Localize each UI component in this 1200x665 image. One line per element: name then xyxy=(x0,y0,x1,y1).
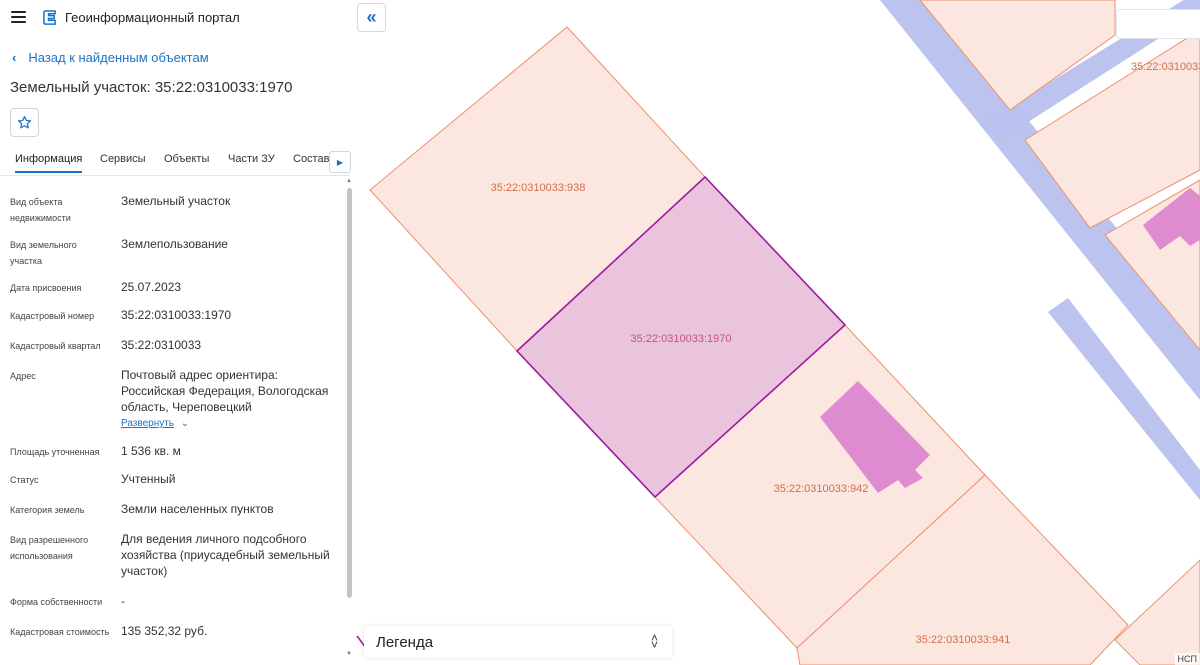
app-header: Геоинформационный портал xyxy=(0,0,356,34)
sidebar-panel: Геоинформационный портал ‹ Назад к найде… xyxy=(0,0,356,665)
tab-composition[interactable]: Состав xyxy=(293,153,329,165)
chevron-left-icon: ‹ xyxy=(12,50,17,65)
prop-value-address: Почтовый адрес ориентира: Российская Фед… xyxy=(121,368,329,414)
tab-info[interactable]: Информация xyxy=(15,153,83,173)
prop-label: Кадастровая стоимость xyxy=(10,627,110,637)
info-tabs: Информация Сервисы Объекты Части ЗУ Сост… xyxy=(0,148,350,176)
prop-label: Вид объекта недвижимости xyxy=(10,197,71,223)
prop-label: Вид разрешенного использования xyxy=(10,535,89,561)
expand-label: Развернуть xyxy=(121,418,175,429)
star-icon xyxy=(17,115,32,129)
map-search-box[interactable] xyxy=(1116,9,1200,39)
expand-address-link[interactable]: Развернуть ⌄ xyxy=(121,418,189,429)
tab-parts[interactable]: Части ЗУ xyxy=(228,153,275,165)
prop-value: Учтенный xyxy=(121,472,176,486)
chevron-down-icon: ⌄ xyxy=(180,418,190,429)
parcel-label-100: 35:22:0310033:100 xyxy=(1131,61,1200,73)
favorite-button[interactable] xyxy=(10,108,39,137)
prop-value: 1 536 кв. м xyxy=(121,444,181,458)
parcel-label-1970: 35:22:0310033:1970 xyxy=(631,333,732,345)
prop-value: 25.07.2023 xyxy=(121,280,182,294)
parcel-right-bottom xyxy=(1114,559,1200,665)
portal-logo-icon xyxy=(43,9,56,25)
prop-label: Вид земельного участка xyxy=(10,240,77,266)
back-to-results-link[interactable]: ‹ Назад к найденным объектам xyxy=(12,50,209,65)
prop-label: Кадастровый номер xyxy=(10,311,95,321)
double-chevron-left-icon: « xyxy=(366,7,377,27)
prop-value: Земельный участок xyxy=(121,194,231,208)
legend-title: Легенда xyxy=(376,633,434,651)
page-title: Земельный участок: 35:22:0310033:1970 xyxy=(10,79,293,96)
parcel-label-941: 35:22:0310033:941 xyxy=(916,634,1011,646)
tab-objects[interactable]: Объекты xyxy=(164,153,209,165)
back-link-label: Назад к найденным объектам xyxy=(28,50,209,65)
prop-label: Категория земель xyxy=(10,505,85,515)
parcel-label-942: 35:22:0310033:942 xyxy=(774,483,869,495)
collapse-panel-button[interactable]: « xyxy=(357,3,386,32)
menu-icon[interactable] xyxy=(11,11,26,23)
chevron-up-down-icon[interactable]: ˄ ˅ xyxy=(651,632,658,651)
prop-value: Земли населенных пунктов xyxy=(121,502,274,516)
prop-value: - xyxy=(121,594,125,608)
scroll-up-arrow-icon[interactable]: ▲ xyxy=(345,178,353,184)
scrollbar-thumb[interactable] xyxy=(347,188,352,598)
prop-value: 35:22:0310033 xyxy=(121,338,202,352)
prop-value: 135 352,32 руб. xyxy=(121,624,208,638)
prop-value: 35:22:0310033:1970 xyxy=(121,308,232,322)
prop-label: Дата присвоения xyxy=(10,283,82,293)
sidebar-scrollbar[interactable]: ▲ ▼ xyxy=(345,178,353,665)
prop-value: Для ведения личного подсобного хозяйства… xyxy=(121,532,330,578)
app-title: Геоинформационный портал xyxy=(65,9,240,25)
prop-label: Адрес xyxy=(10,371,36,381)
caret-right-icon: ▶ xyxy=(336,157,344,167)
prop-label: Площадь уточненная xyxy=(10,447,100,457)
parcel-label-938: 35:22:0310033:938 xyxy=(491,182,586,194)
properties-list: Вид объекта недвижимости Земельный участ… xyxy=(0,176,344,665)
tabs-scroll-right-button[interactable]: ▶ xyxy=(329,151,351,173)
scroll-down-arrow-icon[interactable]: ▼ xyxy=(345,651,353,657)
prop-label: Форма собственности xyxy=(10,597,103,607)
map-attribution: НСП xyxy=(1174,653,1200,665)
legend-panel[interactable]: Легенда ˄ ˅ xyxy=(364,626,672,658)
prop-label: Статус xyxy=(10,475,39,485)
prop-value: Землепользование xyxy=(121,237,228,251)
tab-services[interactable]: Сервисы xyxy=(100,153,146,165)
prop-label: Кадастровый квартал xyxy=(10,341,101,351)
